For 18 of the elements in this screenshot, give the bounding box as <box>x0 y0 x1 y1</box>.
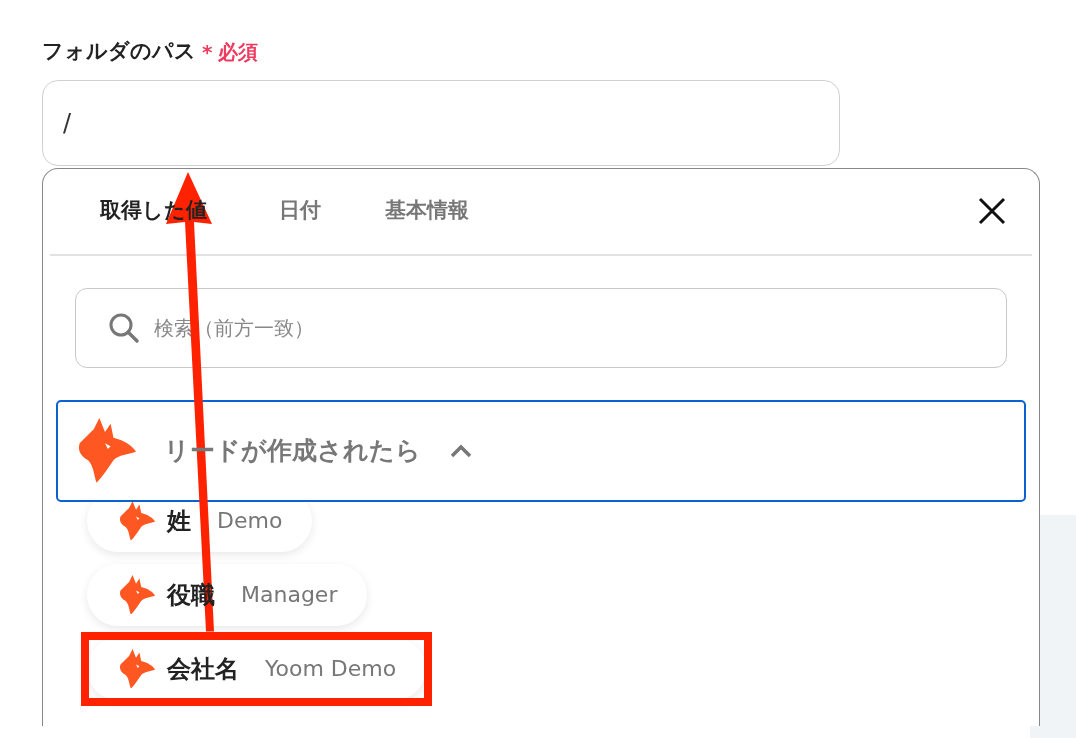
value-chip[interactable]: 姓 Demo <box>87 501 313 552</box>
required-label: 必須 <box>218 38 259 66</box>
chip-value: Demo <box>217 507 283 535</box>
required-mark: * <box>202 38 213 66</box>
field-label: フォルダのパス <box>42 38 196 65</box>
search-icon <box>108 311 140 344</box>
fox-icon <box>117 501 155 541</box>
value-chip[interactable]: 会社名 Yoom Demo <box>87 637 427 700</box>
tab[interactable]: 基本情報 <box>353 168 501 254</box>
fox-icon <box>117 648 155 689</box>
chip-value: Manager <box>241 581 338 609</box>
chip-name: 会社名 <box>167 653 239 685</box>
chip-value: Yoom Demo <box>265 655 397 683</box>
path-input[interactable]: / <box>42 79 840 166</box>
tab[interactable]: 日付 <box>247 168 353 254</box>
close-icon <box>976 195 1008 227</box>
chip-name: 姓 <box>167 505 191 537</box>
fox-icon <box>117 574 155 615</box>
